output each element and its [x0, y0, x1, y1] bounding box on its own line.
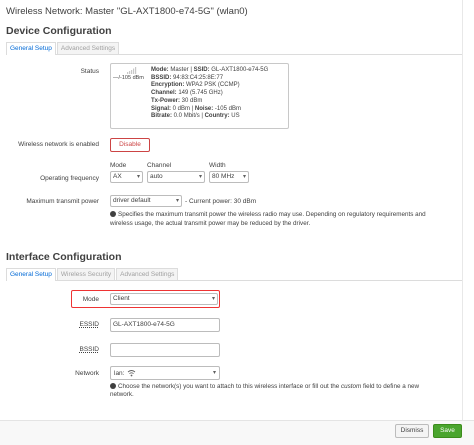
info-icon [110, 383, 116, 389]
network-dropdown[interactable]: lan: ▾ [110, 366, 220, 380]
device-config-title: Device Configuration [6, 25, 112, 37]
bssid-input[interactable] [110, 343, 220, 357]
status-details: Mode: Master | SSID: GL-AXT1800-e74-5G B… [151, 67, 269, 120]
wifi-icon [127, 370, 136, 377]
right-border [462, 0, 463, 420]
essid-label: ESSID [79, 321, 99, 328]
width-select[interactable]: 80 MHz ▾ [209, 171, 249, 183]
status-label: Status [80, 68, 99, 75]
mode-small-label: Mode [110, 162, 127, 169]
essid-input[interactable]: GL-AXT1800-e74-5G [110, 318, 220, 332]
txpower-label: Maximum transmit power [26, 198, 99, 205]
channel-small-label: Channel [147, 162, 172, 169]
tab-general-setup[interactable]: General Setup [6, 268, 56, 281]
device-tabs: General Setup Advanced Settings [6, 42, 462, 55]
network-selected: lan: [114, 370, 125, 377]
network-label: Network [75, 370, 99, 377]
tab-advanced-settings[interactable]: Advanced Settings [56, 42, 120, 54]
signal-dbm: —/-105 dBm [113, 75, 144, 81]
chevron-down-icon: ▾ [212, 370, 216, 376]
mode-highlight [71, 290, 220, 308]
interface-tabs: General Setup Wireless Security Advanced… [6, 268, 462, 281]
chevron-down-icon: ▾ [198, 174, 202, 180]
save-button[interactable]: Save [433, 424, 462, 438]
tab-general-setup[interactable]: General Setup [6, 42, 56, 55]
chevron-down-icon: ▾ [175, 198, 179, 204]
current-power-text: - Current power: 30 dBm [185, 198, 257, 205]
page-title: Wireless Network: Master "GL-AXT1800-e74… [6, 6, 248, 17]
chevron-down-icon: ▾ [136, 174, 140, 180]
hwmode-select[interactable]: AX ▾ [110, 171, 143, 183]
chevron-down-icon: ▾ [242, 174, 246, 180]
frequency-label: Operating frequency [40, 175, 99, 182]
txpower-select[interactable]: driver default ▾ [110, 195, 182, 207]
status-box: —/-105 dBm Mode: Master | SSID: GL-AXT18… [110, 63, 289, 129]
info-icon [110, 211, 116, 217]
channel-select[interactable]: auto ▾ [147, 171, 205, 183]
tab-advanced-settings[interactable]: Advanced Settings [116, 268, 179, 280]
width-small-label: Width [209, 162, 226, 169]
network-help: Choose the network(s) you want to attach… [110, 383, 420, 398]
dismiss-button[interactable]: Dismiss [395, 424, 429, 438]
interface-config-title: Interface Configuration [6, 251, 122, 263]
disable-button[interactable]: Disable [110, 138, 150, 152]
bssid-label: BSSID [79, 346, 99, 353]
tab-wireless-security[interactable]: Wireless Security [56, 268, 116, 280]
enabled-label: Wireless network is enabled [18, 141, 99, 148]
signal-icon [127, 67, 137, 74]
txpower-help: Specifies the maximum transmit power the… [110, 211, 426, 227]
